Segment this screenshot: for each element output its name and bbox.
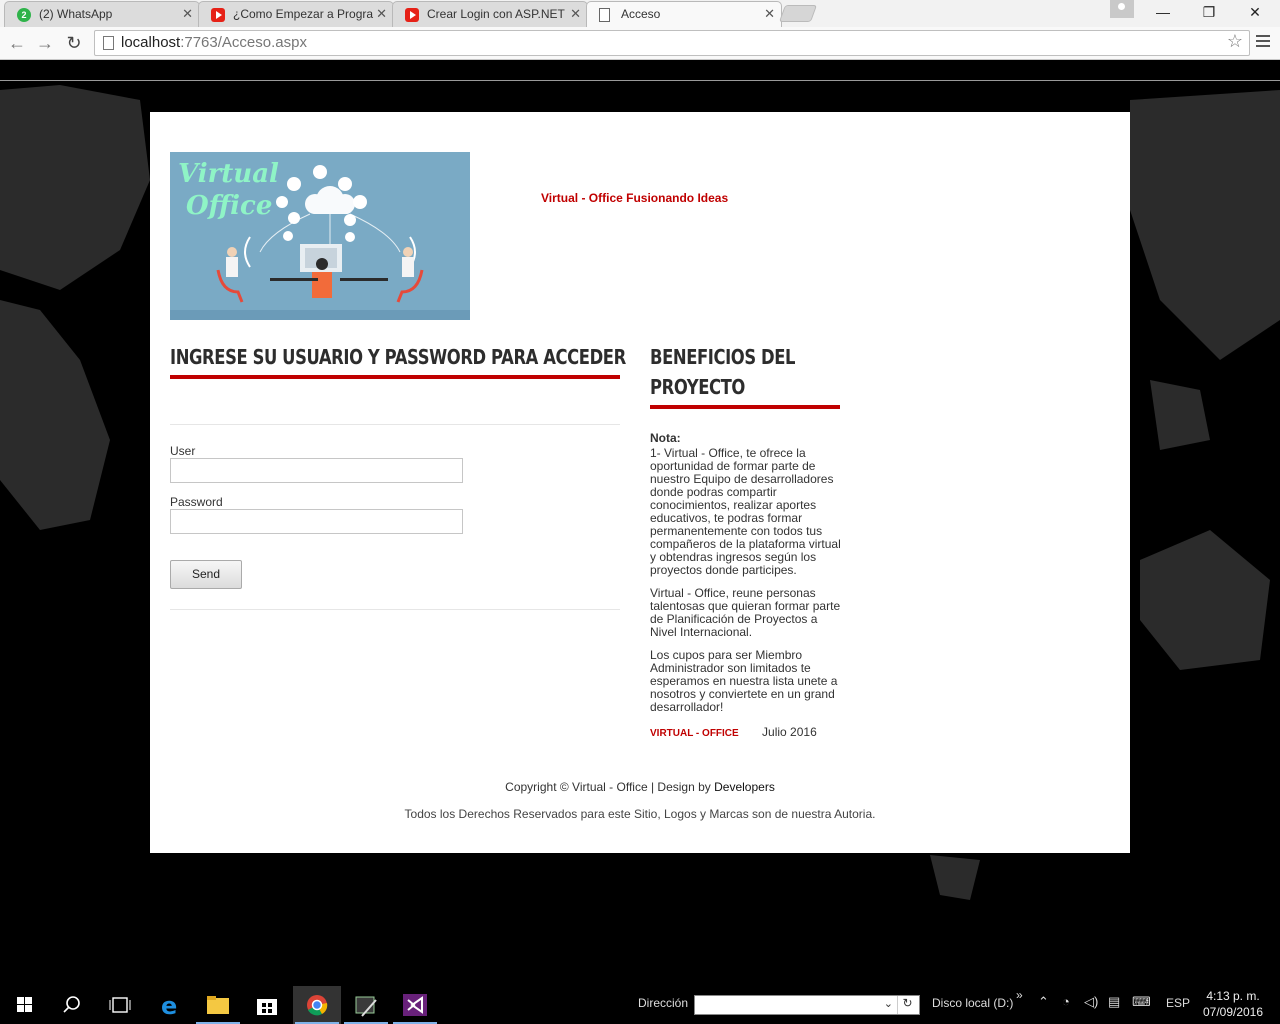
document-icon [599,8,610,22]
cloud-network-illustration [170,165,470,320]
chevron-down-icon[interactable]: ⌄ [884,997,893,1010]
tab-title: ¿Como Empezar a Progra [233,7,374,21]
task-view-icon [109,997,131,1013]
volume-icon[interactable]: ◁) [1084,994,1098,1010]
notifications-icon[interactable]: ▤ [1108,994,1120,1010]
browser-tab-strip: 2 (2) WhatsApp ✕ ¿Como Empezar a Progra … [0,0,1280,27]
virtual-office-banner: Virtual Office [170,152,470,320]
bookmark-star-icon[interactable]: ☆ [1227,31,1243,52]
search-icon [63,996,80,1013]
edge-taskbar-button[interactable]: e [146,986,194,1024]
send-button[interactable]: Send [170,560,242,589]
disk-toolbar-label[interactable]: Disco local (D:) [932,996,1013,1010]
publish-date: Julio 2016 [762,725,817,739]
youtube-icon [211,8,225,22]
benefits-paragraph-3: Los cupos para ser Miembro Administrador… [650,648,838,714]
benefits-signature: VIRTUAL - OFFICE Julio 2016 [650,725,850,739]
back-arrow-icon[interactable]: ← [5,31,29,55]
windows-taskbar: e Dirección ⌄ ↻ Disco local (D:) » ⌃ ◔ ◁… [0,986,1280,1024]
close-tab-icon[interactable]: ✕ [764,6,775,22]
toolbar-overflow-icon[interactable]: » [1016,988,1023,1002]
windows-logo-icon [17,997,32,1012]
designer-link[interactable]: Developers [714,780,775,794]
close-window-icon[interactable]: ✕ [1232,0,1278,27]
tab-youtube-crear-login[interactable]: Crear Login con ASP.NET ✕ [392,1,588,27]
chevron-up-icon[interactable]: ⌃ [1038,994,1049,1010]
main-content-panel: Virtual Office Virtual - Office Fusionan… [150,112,1130,853]
folder-icon [207,996,229,1014]
tab-youtube-como-empezar[interactable]: ¿Como Empezar a Progra ✕ [198,1,394,27]
login-divider-bottom [170,609,620,610]
search-button[interactable] [48,986,96,1024]
address-toolbar-input[interactable]: ⌄ ↻ [694,995,920,1015]
tab-whatsapp[interactable]: 2 (2) WhatsApp ✕ [4,1,200,27]
nota-label: Nota: [650,431,681,445]
close-tab-icon[interactable]: ✕ [376,6,387,22]
youtube-icon [405,8,419,22]
new-tab-button[interactable] [778,5,818,22]
visual-studio-taskbar-button[interactable] [391,986,439,1024]
menu-icon[interactable] [1256,35,1270,49]
benefits-heading: BENEFICIOS DEL PROYECTO [650,342,839,402]
benefits-heading-line2: PROYECTO [650,375,745,399]
minimize-icon[interactable]: — [1140,0,1186,27]
clock-date: 07/09/2016 [1202,1005,1264,1019]
start-button[interactable] [0,986,48,1024]
task-view-button[interactable] [96,986,144,1024]
site-tagline: Virtual - Office Fusionando Ideas [541,191,729,205]
page-viewport: Virtual Office Virtual - Office Fusionan… [0,60,1280,986]
rights-line: Todos los Derechos Reservados para este … [404,807,876,821]
language-indicator[interactable]: ESP [1166,996,1190,1010]
benefits-paragraph-1: 1- Virtual - Office, te ofrece la oportu… [650,446,841,577]
forward-arrow-icon[interactable]: → [33,31,57,55]
password-label: Password [170,495,223,509]
file-explorer-taskbar-button[interactable] [194,986,242,1024]
wifi-icon[interactable]: ◔ [1062,994,1070,1009]
keyboard-icon[interactable]: ⌨ [1132,994,1151,1010]
url-host: localhost [121,34,181,51]
copyright-line: Copyright © Virtual - Office | Design by… [150,780,1130,794]
login-divider-top [170,424,620,425]
password-input[interactable] [170,509,463,534]
store-icon [257,999,277,1015]
user-label: User [170,444,196,458]
reload-icon[interactable]: ↻ [62,31,86,55]
user-profile-icon[interactable] [1110,0,1134,18]
store-taskbar-button[interactable] [243,986,291,1024]
close-tab-icon[interactable]: ✕ [570,6,581,22]
clock-time: 4:13 p. m. [1206,989,1260,1003]
login-heading: INGRESE SU USUARIO Y PASSWORD PARA ACCED… [170,345,626,369]
system-clock[interactable]: 4:13 p. m. 07/09/2016 [1196,988,1270,1020]
page-icon [103,36,114,50]
chrome-taskbar-button[interactable] [293,986,341,1024]
url-path: :7763/Acceso.aspx [180,34,307,51]
brand-label: VIRTUAL - OFFICE [650,728,739,739]
benefits-text: Nota: 1- Virtual - Office, te ofrece la … [650,432,842,724]
url-text: localhost:7763/Acceso.aspx [121,34,307,51]
go-refresh-icon[interactable]: ↻ [897,996,917,1014]
user-input[interactable] [170,458,463,483]
benefits-heading-underline [650,405,840,409]
login-heading-underline [170,375,620,379]
address-toolbar-label: Dirección [638,996,689,1010]
visual-studio-icon [403,994,427,1016]
tab-title: Crear Login con ASP.NET [427,7,565,21]
svg-text:e: e [161,992,177,1020]
tab-title: Acceso [621,7,661,21]
address-bar[interactable]: localhost:7763/Acceso.aspx ☆ [94,30,1250,56]
tools-taskbar-button[interactable] [342,986,390,1024]
browser-toolbar: ← → ↻ localhost:7763/Acceso.aspx ☆ [0,27,1280,60]
tab-acceso[interactable]: Acceso ✕ [586,1,782,27]
whatsapp-icon: 2 [17,8,31,22]
benefits-heading-line1: BENEFICIOS DEL [650,345,796,369]
close-tab-icon[interactable]: ✕ [182,6,193,22]
copyright-text: Copyright © Virtual - Office | Design by [505,780,711,794]
benefits-paragraph-2: Virtual - Office, reune personas talento… [650,586,841,639]
edge-icon: e [161,992,177,1020]
chrome-icon [307,995,328,1016]
tools-icon [355,996,377,1017]
restore-icon[interactable]: ❐ [1186,0,1232,27]
tab-title: (2) WhatsApp [39,7,113,21]
